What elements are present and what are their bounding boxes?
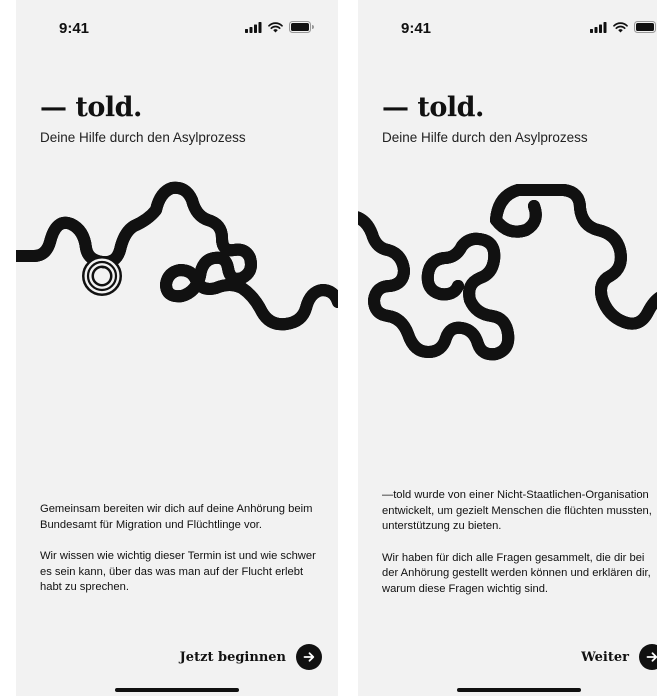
home-indicator [115,688,239,692]
intro-paragraph-1: Gemeinsam bereiten wir dich auf deine An… [40,503,313,531]
intro-text: Gemeinsam bereiten wir dich auf deine An… [40,502,318,596]
status-time: 9:41 [401,20,432,37]
home-indicator [457,688,581,692]
brand-logo: — told. [382,92,484,123]
about-paragraph-2: Wir haben für dich alle Fragen gesammelt… [382,551,651,595]
start-button-label: Jetzt beginnen [179,649,286,665]
next-button[interactable]: Weiter [581,644,657,670]
wifi-icon [613,21,628,32]
squiggle-illustration [358,184,657,370]
arrow-right-icon [296,644,322,670]
wifi-icon [268,21,283,32]
status-icons [245,21,314,33]
next-button-label: Weiter [581,649,629,665]
battery-icon [634,21,656,33]
about-paragraph-1: —told wurde von einer Nicht-Staatlichen-… [382,489,652,533]
about-text: —told wurde von einer Nicht-Staatlichen-… [382,488,654,598]
tagline: Deine Hilfe durch den Asylprozess [40,130,246,145]
status-icons [590,21,657,33]
status-bar: 9:41 [16,0,338,44]
squiggle-illustration [16,180,338,370]
tagline: Deine Hilfe durch den Asylprozess [382,130,588,145]
intro-paragraph-2: Wir wissen wie wichtig dieser Termin ist… [40,550,316,594]
signal-icon [590,21,607,33]
brand-logo: — told. [40,92,142,123]
status-bar: 9:41 [358,0,657,44]
signal-icon [245,21,262,33]
battery-icon [289,21,314,33]
start-button[interactable]: Jetzt beginnen [180,644,322,670]
arrow-right-icon [639,644,657,670]
onboarding-screen-2: 9:41 — told. Deine Hilfe durch den Asylp… [358,0,657,696]
onboarding-screen-1: 9:41 — told. Deine Hilfe durch den Asylp… [16,0,338,696]
status-time: 9:41 [59,20,90,37]
